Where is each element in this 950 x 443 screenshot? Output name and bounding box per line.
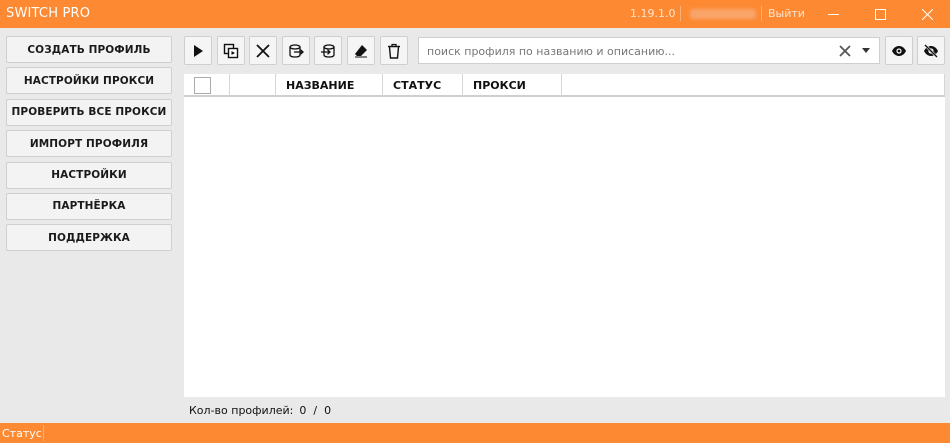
create-profile-button[interactable]: СОЗДАТЬ ПРОФИЛЬ <box>6 36 172 63</box>
status-bar: Статус <box>0 423 950 443</box>
maximize-icon <box>874 8 886 20</box>
eye-off-icon <box>924 43 938 58</box>
import-icon <box>321 43 335 58</box>
clear-search-icon[interactable] <box>837 43 853 59</box>
search-input[interactable] <box>427 42 827 60</box>
status-separator <box>43 425 44 441</box>
status-text: Статус <box>2 427 42 440</box>
column-header-status[interactable]: СТАТУС <box>383 74 463 96</box>
sidebar: СОЗДАТЬ ПРОФИЛЬ НАСТРОЙКИ ПРОКСИ ПРОВЕРИ… <box>6 36 172 256</box>
profile-count-label: Кол-во профилей: <box>189 404 294 417</box>
close-icon <box>256 43 270 58</box>
clone-profile-button[interactable] <box>217 36 245 65</box>
run-profile-button[interactable] <box>184 36 212 65</box>
table-header: НАЗВАНИЕ СТАТУС ПРОКСИ <box>184 74 945 97</box>
close-window-button[interactable] <box>904 0 950 28</box>
column-header-proxy[interactable]: ПРОКСИ <box>463 74 562 96</box>
check-all-proxies-button[interactable]: ПРОВЕРИТЬ ВСЕ ПРОКСИ <box>6 98 172 126</box>
profiles-table: НАЗВАНИЕ СТАТУС ПРОКСИ <box>184 74 945 397</box>
title-bar: SWITCH PRO 1.19.1.0 Выйти <box>0 0 950 28</box>
logout-button[interactable]: Выйти <box>768 7 805 20</box>
user-name-redacted <box>690 9 756 19</box>
title-separator <box>680 6 681 21</box>
version-label: 1.19.1.0 <box>630 7 676 20</box>
column-header-name[interactable]: НАЗВАНИЕ <box>276 74 383 96</box>
profile-count-value: 0 / 0 <box>299 404 332 417</box>
minimize-icon <box>827 13 839 15</box>
profile-count: Кол-во профилей: 0 / 0 <box>189 404 331 417</box>
play-icon <box>194 44 203 57</box>
show-button[interactable] <box>885 36 913 65</box>
partner-button[interactable]: ПАРТНЁРКА <box>6 192 172 220</box>
trash-icon <box>388 43 400 59</box>
export-icon <box>289 43 304 58</box>
search-box <box>418 37 880 64</box>
settings-button[interactable]: НАСТРОЙКИ <box>6 161 172 189</box>
maximize-button[interactable] <box>857 0 903 28</box>
eraser-icon <box>355 44 367 57</box>
import-profile-button[interactable]: ИМПОРТ ПРОФИЛЯ <box>6 130 172 158</box>
close-icon <box>921 8 933 20</box>
title-separator <box>761 6 762 21</box>
stop-profile-button[interactable] <box>249 36 277 65</box>
clear-cookies-button[interactable] <box>347 36 375 65</box>
minimize-button[interactable] <box>810 0 856 28</box>
select-all-checkbox[interactable] <box>194 77 211 94</box>
export-button[interactable] <box>282 36 310 65</box>
eye-icon <box>892 45 906 56</box>
hide-button[interactable] <box>917 36 945 65</box>
import-button[interactable] <box>314 36 342 65</box>
select-all-column <box>184 74 230 96</box>
delete-profile-button[interactable] <box>380 36 408 65</box>
column-header-end <box>942 74 945 96</box>
search-dropdown-icon[interactable] <box>862 48 870 53</box>
column-header[interactable] <box>230 74 276 96</box>
proxy-settings-button[interactable]: НАСТРОЙКИ ПРОКСИ <box>6 67 172 95</box>
app-title: SWITCH PRO <box>6 6 91 21</box>
copy-icon <box>223 43 239 58</box>
support-button[interactable]: ПОДДЕРЖКА <box>6 224 172 252</box>
